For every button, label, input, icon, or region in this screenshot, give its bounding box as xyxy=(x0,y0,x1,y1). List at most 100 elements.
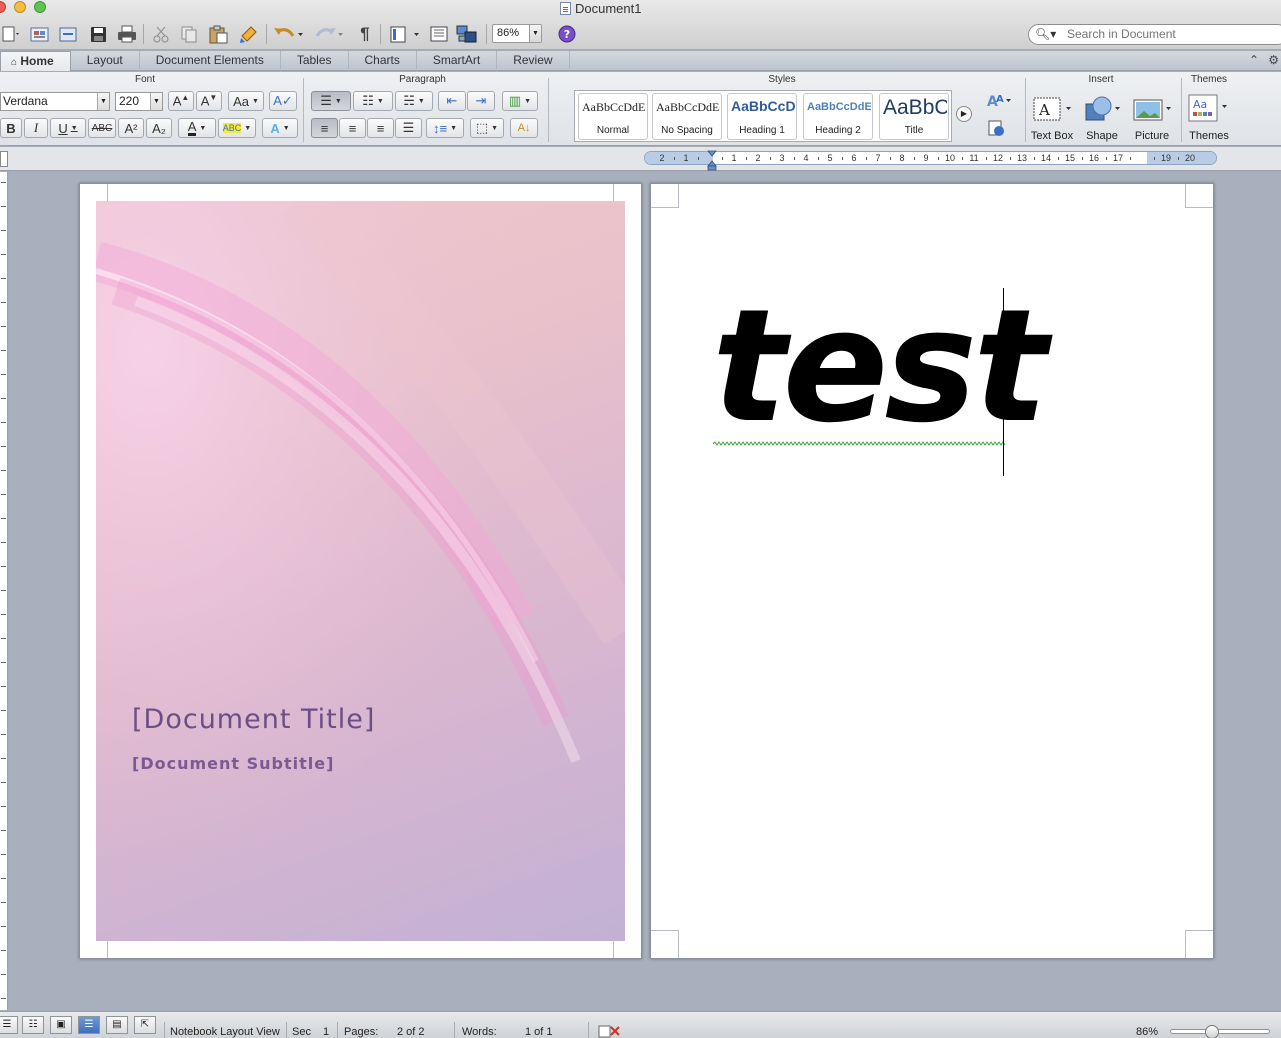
text-effects-button[interactable]: A ▼ xyxy=(262,118,298,138)
save-button[interactable] xyxy=(86,21,110,47)
close-window-button[interactable] xyxy=(0,1,6,13)
clear-formatting-button[interactable]: A✓ xyxy=(269,91,297,111)
search-box[interactable]: 🔍︎▾ xyxy=(1028,24,1281,45)
align-left-button[interactable]: ≡ xyxy=(311,118,338,138)
style-no-spacing[interactable]: AaBbCcDdEe No Spacing xyxy=(652,93,722,140)
gear-icon[interactable]: ⚙ xyxy=(1268,53,1279,67)
insert-picture-button[interactable]: Picture xyxy=(1128,92,1176,142)
collapse-ribbon-icon[interactable]: ⌃ xyxy=(1249,53,1259,67)
italic-button[interactable]: I xyxy=(24,118,48,138)
status-separator xyxy=(588,1022,589,1038)
line-spacing-button[interactable]: ↕≡ ▼ xyxy=(426,118,464,138)
cover-title-placeholder[interactable]: [Document Title] xyxy=(132,704,375,735)
tab-document-elements[interactable]: Document Elements xyxy=(140,51,281,71)
ruler-tick-mark xyxy=(1178,157,1179,160)
align-right-button[interactable]: ≡ xyxy=(367,118,394,138)
tab-charts[interactable]: Charts xyxy=(349,51,417,71)
paste-button[interactable] xyxy=(206,21,230,47)
document-body-text[interactable]: test xyxy=(712,286,1048,446)
style-title[interactable]: AaBbC Title xyxy=(879,93,949,140)
minimize-window-button[interactable] xyxy=(14,1,26,13)
strikethrough-button[interactable]: ABC xyxy=(88,118,116,138)
draft-view-button[interactable]: ☰ xyxy=(0,1016,18,1034)
bold-button[interactable]: B xyxy=(0,118,22,138)
tab-review[interactable]: Review xyxy=(497,51,570,71)
sidebar-button[interactable] xyxy=(428,21,450,47)
style-heading-2[interactable]: AaBbCcDdEe Heading 2 xyxy=(803,93,873,140)
proofing-error-icon[interactable] xyxy=(598,1025,622,1038)
insert-text-box-button[interactable]: A Text Box xyxy=(1028,92,1076,142)
styles-next-button[interactable]: ▶ xyxy=(956,106,972,122)
cover-page-background[interactable] xyxy=(96,201,625,941)
change-case-button[interactable]: Aa ▼ xyxy=(228,91,264,111)
vertical-ruler-tick xyxy=(1,398,6,399)
status-words-value: 1 of 1 xyxy=(525,1026,553,1038)
indent-marker[interactable] xyxy=(707,149,717,171)
subscript-button[interactable]: A₂ xyxy=(146,118,172,138)
decrease-indent-button[interactable]: ⇤ xyxy=(438,91,466,111)
copy-button[interactable] xyxy=(178,21,200,47)
font-color-button[interactable]: A ▼ xyxy=(178,118,216,138)
align-center-button[interactable]: ≡ xyxy=(339,118,366,138)
tab-layout[interactable]: Layout xyxy=(71,51,140,71)
open-button[interactable] xyxy=(56,21,80,47)
templates-button[interactable] xyxy=(28,21,52,47)
font-name-select[interactable]: Verdana ▼ xyxy=(0,92,110,111)
manage-styles-button[interactable] xyxy=(984,118,1008,138)
insert-shape-button[interactable]: Shape xyxy=(1080,92,1124,142)
numbering-button[interactable]: ☷ ▼ xyxy=(353,91,393,111)
grow-font-button[interactable]: A▲ xyxy=(168,91,194,111)
search-input[interactable] xyxy=(1067,27,1277,41)
zoom-slider-thumb[interactable] xyxy=(1205,1025,1219,1038)
vertical-ruler[interactable] xyxy=(0,172,8,1010)
columns-button[interactable]: ▥ ▼ xyxy=(502,91,538,111)
crop-mark xyxy=(1185,207,1213,208)
style-heading-1[interactable]: AaBbCcDc Heading 1 xyxy=(727,93,797,140)
style-title-sample: AaBbC xyxy=(883,96,947,119)
styles-pane-button[interactable]: AA xyxy=(984,91,1014,111)
cover-subtitle-placeholder[interactable]: [Document Subtitle] xyxy=(132,754,334,773)
tab-home[interactable]: ⌂ Home xyxy=(0,51,71,71)
media-browser-button[interactable] xyxy=(454,21,480,47)
underline-button[interactable]: U ▼ xyxy=(50,118,86,138)
new-document-button[interactable] xyxy=(0,21,22,47)
focus-view-button[interactable]: ⇱ xyxy=(134,1016,156,1034)
tab-tables[interactable]: Tables xyxy=(281,51,349,71)
vertical-ruler-tick xyxy=(1,830,6,831)
highlight-button[interactable]: ABC ▼ xyxy=(218,118,256,138)
ruler-tick-label: 15 xyxy=(1064,153,1076,163)
bullets-button[interactable]: ☰ ▼ xyxy=(311,91,351,111)
borders-button[interactable]: ⬚ ▼ xyxy=(470,118,504,138)
tab-smartart[interactable]: SmartArt xyxy=(417,51,498,71)
ribbon-tabs: ⌂ Home Layout Document Elements Tables C… xyxy=(0,51,1281,71)
shrink-font-button[interactable]: A▼ xyxy=(196,91,222,111)
superscript-button[interactable]: A² xyxy=(118,118,144,138)
undo-button[interactable] xyxy=(270,21,306,47)
notebook-view-button[interactable]: ▤ xyxy=(106,1016,128,1034)
help-button[interactable]: ? xyxy=(556,21,578,47)
font-size-select[interactable]: 220 ▼ xyxy=(115,92,163,111)
multilevel-list-button[interactable]: ☵ ▼ xyxy=(395,91,433,111)
style-normal[interactable]: AaBbCcDdEe Normal xyxy=(578,93,648,140)
format-painter-button[interactable] xyxy=(236,21,262,47)
toolbar-separator xyxy=(380,24,381,44)
publishing-view-button[interactable]: ▣ xyxy=(50,1016,72,1034)
cut-button[interactable] xyxy=(150,21,172,47)
view-button[interactable] xyxy=(386,21,424,47)
media-browser-icon xyxy=(456,25,477,43)
justify-button[interactable]: ☰ xyxy=(395,118,422,138)
tab-selector[interactable] xyxy=(0,151,8,167)
redo-button[interactable] xyxy=(310,21,346,47)
crop-mark xyxy=(1185,930,1186,958)
increase-indent-button[interactable]: ⇥ xyxy=(467,91,495,111)
themes-button[interactable]: Aa Themes xyxy=(1185,92,1233,142)
print-button[interactable] xyxy=(114,21,140,47)
zoom-select[interactable]: 86% ▼ xyxy=(492,24,542,43)
outline-view-button[interactable]: ☷ xyxy=(22,1016,44,1034)
show-formatting-button[interactable]: ¶ xyxy=(354,21,376,47)
zoom-window-button[interactable] xyxy=(34,1,46,13)
horizontal-ruler[interactable]: 2 1 1 2 3 4 5 6 7 8 9 10 11 12 13 14 15 16 17 19 20 xyxy=(644,151,1217,165)
zoom-slider[interactable] xyxy=(1170,1029,1270,1034)
sort-button[interactable]: A↓ xyxy=(510,118,538,138)
print-layout-view-button[interactable]: ☰ xyxy=(78,1016,100,1034)
